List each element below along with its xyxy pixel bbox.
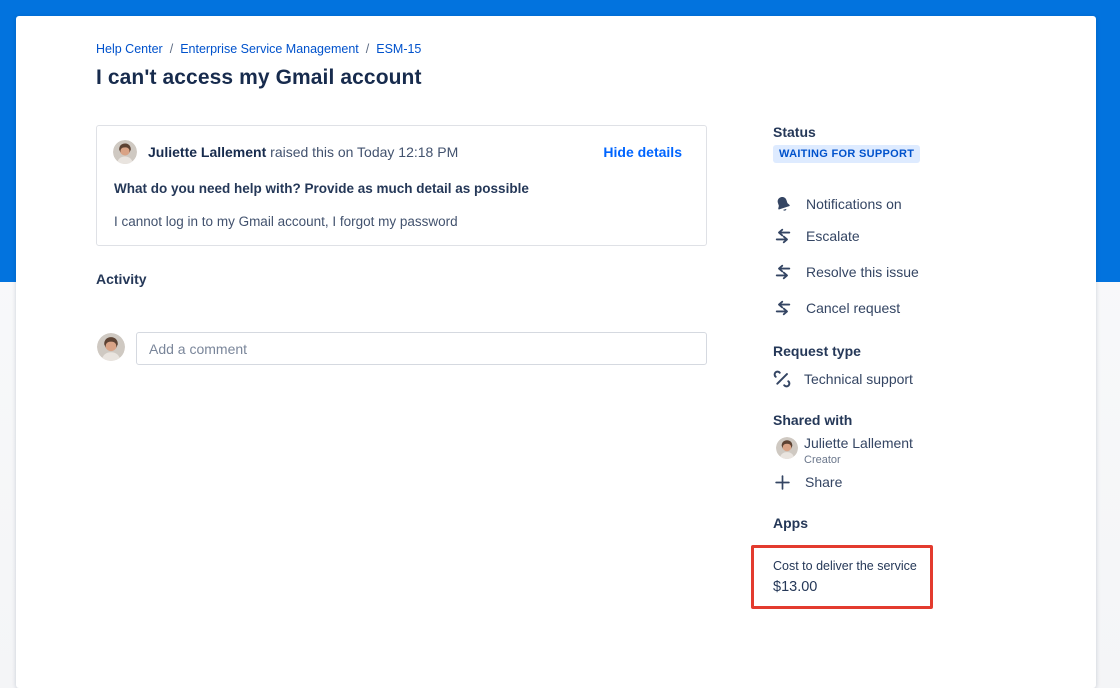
app-field-value: $13.00: [773, 579, 817, 595]
request-question-label: What do you need help with? Provide as m…: [114, 181, 529, 196]
transition-icon: [773, 226, 793, 246]
share-button[interactable]: Share: [774, 472, 842, 492]
share-label: Share: [805, 474, 842, 490]
breadcrumb-project[interactable]: Enterprise Service Management: [180, 42, 359, 56]
breadcrumb-issue-key[interactable]: ESM-15: [376, 42, 421, 56]
reporter-line: Juliette Lallement raised this on Today …: [148, 144, 458, 160]
shared-person-role: Creator: [804, 454, 841, 466]
breadcrumb-separator: /: [170, 42, 173, 56]
request-details-header: Juliette Lallement raised this on Today …: [113, 140, 682, 164]
transition-icon: [773, 262, 793, 282]
reporter-avatar: [113, 140, 137, 164]
hide-details-link[interactable]: Hide details: [603, 144, 682, 160]
breadcrumb: Help Center / Enterprise Service Managemen…: [96, 42, 421, 56]
cancel-request-button[interactable]: Cancel request: [773, 297, 900, 319]
escalate-label: Escalate: [806, 228, 860, 244]
breadcrumb-separator: /: [366, 42, 369, 56]
plus-icon: [774, 474, 791, 491]
notifications-toggle[interactable]: Notifications on: [773, 193, 902, 215]
request-type-row: Technical support: [773, 368, 913, 390]
app-field-label: Cost to deliver the service: [773, 559, 917, 573]
status-heading: Status: [773, 124, 816, 140]
activity-heading: Activity: [96, 271, 147, 287]
request-view-card: Help Center / Enterprise Service Managemen…: [16, 16, 1096, 688]
page-title: I can't access my Gmail account: [96, 66, 422, 90]
request-type-heading: Request type: [773, 343, 861, 359]
annotation-rect: Cost to deliver the service $13.00: [751, 545, 933, 609]
add-comment-input[interactable]: [136, 332, 707, 365]
shared-with-heading: Shared with: [773, 412, 852, 428]
bell-icon: [773, 194, 793, 214]
tools-icon: [773, 370, 791, 388]
apps-heading: Apps: [773, 515, 808, 531]
request-type-value: Technical support: [804, 371, 913, 387]
notifications-label: Notifications on: [806, 196, 902, 212]
current-user-avatar: [97, 333, 125, 361]
escalate-button[interactable]: Escalate: [773, 225, 860, 247]
request-details-card: Juliette Lallement raised this on Today …: [96, 125, 707, 246]
status-badge: WAITING FOR SUPPORT: [773, 145, 920, 163]
reporter-name: Juliette Lallement: [148, 144, 266, 160]
cancel-request-label: Cancel request: [806, 300, 900, 316]
request-answer-text: I cannot log in to my Gmail account, I f…: [114, 214, 458, 229]
resolve-issue-button[interactable]: Resolve this issue: [773, 261, 919, 283]
shared-person-name: Juliette Lallement: [804, 435, 913, 451]
portal-page: Help Center / Enterprise Service Managemen…: [0, 0, 1120, 688]
shared-person-avatar: [776, 437, 798, 459]
transition-icon: [773, 298, 793, 318]
breadcrumb-help-center[interactable]: Help Center: [96, 42, 163, 56]
raised-text: raised this on Today 12:18 PM: [270, 144, 458, 160]
resolve-issue-label: Resolve this issue: [806, 264, 919, 280]
